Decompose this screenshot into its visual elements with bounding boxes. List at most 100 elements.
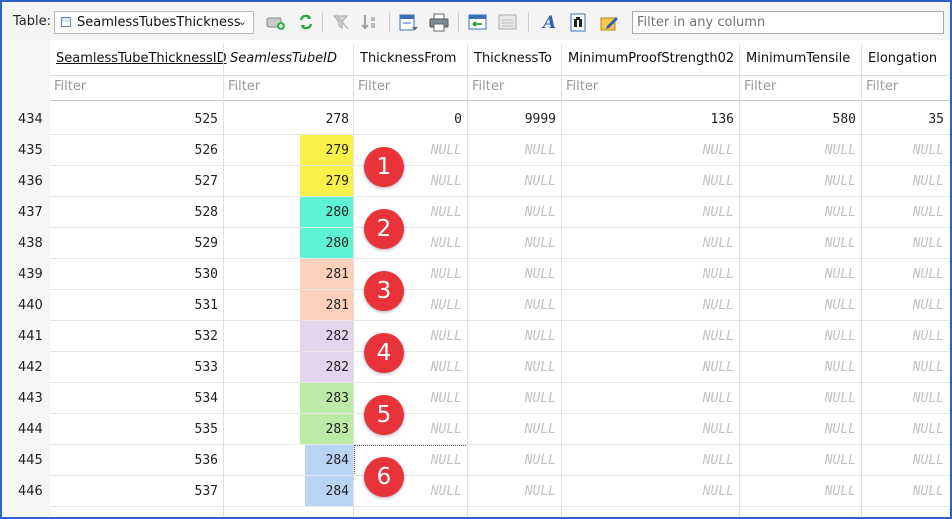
row-number[interactable]: 446 [2,476,50,507]
add-record-button[interactable] [265,11,287,33]
row-number[interactable]: 439 [2,259,50,290]
cell-tensile[interactable]: NULL [740,445,862,476]
table-row[interactable]: 437 528 280 NULL NULL NULL NULL NULL [2,197,950,228]
cell-tube[interactable]: 283 [224,414,354,445]
cell-proof[interactable]: NULL [562,135,740,166]
cell-id[interactable]: 533 [50,352,224,383]
cell-to[interactable]: NULL [468,445,562,476]
cell-elong[interactable]: NULL [862,135,950,166]
table-row[interactable]: 436 527 279 NULL NULL NULL NULL NULL [2,166,950,197]
row-number[interactable]: 445 [2,445,50,476]
table-row[interactable]: 440 531 281 NULL NULL NULL NULL NULL [2,290,950,321]
table-row[interactable]: 441 532 282 NULL NULL NULL NULL NULL [2,321,950,352]
column-header-id[interactable]: SeamlessTubeThicknessID [50,44,227,74]
cell-tensile[interactable]: NULL [740,321,862,352]
cell-from[interactable]: 0 [354,104,468,135]
cell-proof[interactable]: NULL [562,166,740,197]
cell-elong[interactable]: NULL [862,414,950,445]
cell-proof[interactable]: NULL [562,383,740,414]
row-number[interactable]: 437 [2,197,50,228]
cell-tube[interactable]: 284 [224,445,354,476]
cell-proof[interactable]: NULL [562,476,740,507]
table-row[interactable]: 438 529 280 NULL NULL NULL NULL NULL [2,228,950,259]
table-row[interactable]: 435 526 279 NULL NULL NULL NULL NULL [2,135,950,166]
cell-tensile[interactable]: NULL [740,476,862,507]
cell-id[interactable]: 535 [50,414,224,445]
row-number[interactable]: 440 [2,290,50,321]
cell-tensile[interactable]: NULL [740,383,862,414]
cell-to[interactable]: NULL [468,166,562,197]
row-number[interactable]: 441 [2,321,50,352]
cell-proof[interactable]: NULL [562,414,740,445]
cell-tube[interactable]: 280 [224,228,354,259]
column-header-tube[interactable]: SeamlessTubeID [224,44,354,74]
cell-tensile[interactable]: NULL [740,259,862,290]
print-button[interactable] [428,11,450,33]
cell-elong[interactable]: NULL [862,445,950,476]
cell-to[interactable]: NULL [468,259,562,290]
cell-to[interactable]: NULL [468,321,562,352]
cell-elong[interactable]: NULL [862,476,950,507]
cell-elong[interactable]: NULL [862,228,950,259]
sort-button[interactable] [358,11,380,33]
cell-tube[interactable]: 278 [224,104,354,135]
table-row[interactable]: 442 533 282 NULL NULL NULL NULL NULL [2,352,950,383]
cell-id[interactable]: 530 [50,259,224,290]
cell-id[interactable]: 528 [50,197,224,228]
refresh-button[interactable] [295,11,317,33]
row-number[interactable]: 444 [2,414,50,445]
import-button[interactable] [467,11,489,33]
cell-tube[interactable]: 281 [224,259,354,290]
cell-tube[interactable]: 284 [224,476,354,507]
cell-to[interactable]: NULL [468,476,562,507]
cell-tube[interactable]: 282 [224,321,354,352]
cell-tube[interactable]: 279 [224,166,354,197]
cell-elong[interactable]: NULL [862,259,950,290]
cell-id[interactable]: 536 [50,445,224,476]
cell-id[interactable]: 532 [50,321,224,352]
row-number[interactable]: 442 [2,352,50,383]
cell-proof[interactable]: NULL [562,228,740,259]
cell-id[interactable]: 531 [50,290,224,321]
column-filter-tensile[interactable]: Filter [740,75,861,97]
cell-id[interactable]: 534 [50,383,224,414]
cell-to[interactable]: NULL [468,414,562,445]
cell-elong[interactable]: NULL [862,352,950,383]
cell-id[interactable]: 525 [50,104,224,135]
filter-any-column-input[interactable] [632,11,944,34]
cell-tensile[interactable]: NULL [740,290,862,321]
cell-to[interactable]: NULL [468,228,562,259]
table-select[interactable]: SeamlessTubesThickness ⌄ [54,11,254,34]
column-filter-id[interactable]: Filter [50,75,223,97]
column-header-proof[interactable]: MinimumProofStrength02 [562,44,740,74]
cell-to[interactable]: NULL [468,290,562,321]
export-button[interactable] [398,11,420,33]
cell-elong[interactable]: NULL [862,321,950,352]
cell-tube[interactable]: 281 [224,290,354,321]
cell-proof[interactable]: NULL [562,259,740,290]
cell-id[interactable]: 526 [50,135,224,166]
cell-to[interactable]: NULL [468,383,562,414]
table-row[interactable]: 443 534 283 NULL NULL NULL NULL NULL [2,383,950,414]
cell-proof[interactable]: NULL [562,321,740,352]
cell-tube[interactable]: 283 [224,383,354,414]
cell-tube[interactable]: 279 [224,135,354,166]
cell-id[interactable]: 529 [50,228,224,259]
find-button[interactable] [568,11,590,33]
cell-proof[interactable]: NULL [562,445,740,476]
cell-elong[interactable]: 35 [862,104,950,135]
cell-id[interactable]: 537 [50,476,224,507]
row-number[interactable]: 443 [2,383,50,414]
cell-tensile[interactable]: NULL [740,135,862,166]
column-filter-tube[interactable]: Filter [224,75,353,97]
cell-tensile[interactable]: NULL [740,352,862,383]
column-filter-to[interactable]: Filter [468,75,561,97]
cell-elong[interactable]: NULL [862,166,950,197]
cell-tensile[interactable]: NULL [740,197,862,228]
table-row[interactable]: 439 530 281 NULL NULL NULL NULL NULL [2,259,950,290]
cell-to[interactable]: 9999 [468,104,562,135]
report-button[interactable] [497,11,519,33]
row-number[interactable]: 438 [2,228,50,259]
row-number[interactable]: 436 [2,166,50,197]
cell-elong[interactable]: NULL [862,383,950,414]
